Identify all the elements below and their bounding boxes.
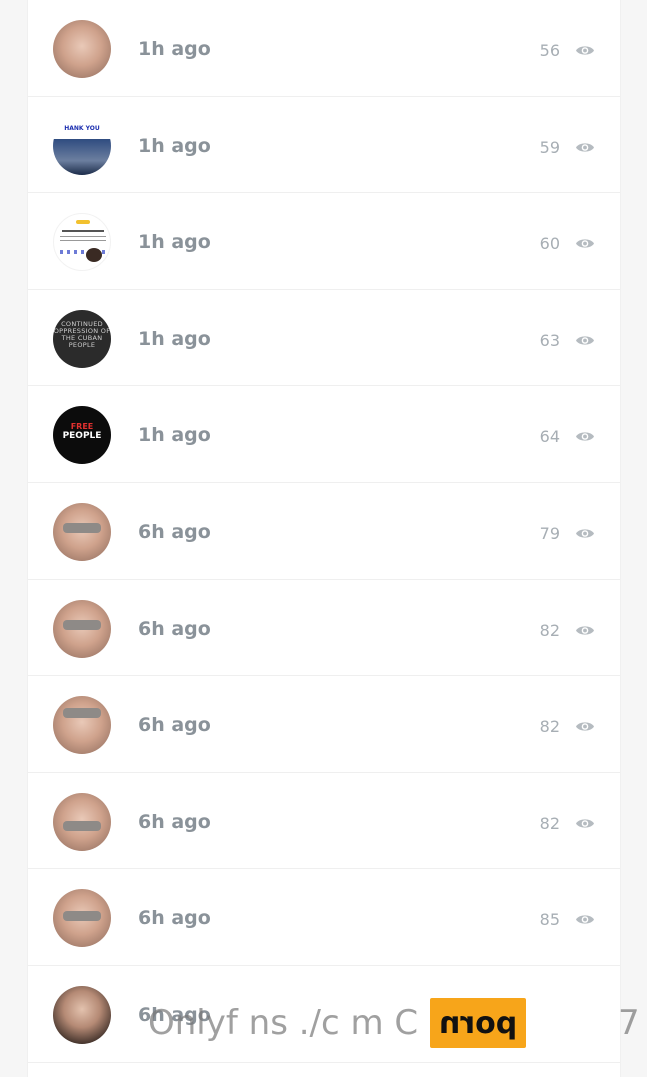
eye-icon — [576, 722, 594, 731]
thumb-detail — [63, 522, 101, 533]
post-time: 1h ago — [138, 134, 211, 157]
view-count: 82 — [539, 620, 560, 640]
eye-icon — [576, 142, 594, 152]
eye-icon — [576, 529, 594, 538]
thumb-detail — [63, 820, 101, 831]
story-thumbnail[interactable] — [53, 502, 111, 561]
story-thumbnail[interactable]: FREE PEOPLE — [53, 406, 111, 465]
story-thumbnail[interactable] — [53, 213, 111, 272]
eye-icon — [576, 239, 594, 248]
view-count: 56 — [539, 41, 560, 60]
list-item[interactable]: FREE PEOPLE 1h ago 64 — [28, 386, 620, 483]
view-count: 64 — [539, 427, 560, 447]
thumb-image — [53, 138, 111, 175]
thumb-text: CONTINUED OPPRESSION OF THE CUBAN PEOPLE — [53, 319, 111, 349]
list-item[interactable]: 1h ago 56 — [28, 0, 620, 97]
view-count: 60 — [539, 234, 560, 254]
story-thumbnail[interactable] — [53, 792, 111, 851]
post-time: 1h ago — [138, 327, 211, 350]
list-item[interactable]: 6h ago 85 — [28, 869, 620, 966]
watermark-logo-text: porn — [438, 1005, 518, 1041]
story-thumbnail[interactable] — [53, 985, 111, 1044]
list-item[interactable]: CONTINUED OPPRESSION OF THE CUBAN PEOPLE… — [28, 290, 620, 387]
thumb-detail — [63, 619, 101, 630]
post-time: 1h ago — [138, 231, 211, 254]
list-item[interactable]: 6h ago 79 — [28, 483, 620, 580]
story-thumbnail[interactable] — [53, 696, 111, 755]
thumb-line — [60, 240, 106, 242]
eye-icon — [576, 915, 594, 924]
list-item[interactable]: 1h ago 60 — [28, 193, 620, 290]
eye-icon — [576, 336, 594, 345]
thumb-detail — [63, 708, 101, 719]
thumb-text-free: FREE — [70, 422, 94, 432]
eye-icon — [576, 46, 594, 55]
post-time: 6h ago — [138, 810, 211, 833]
story-thumbnail[interactable]: HANK YOU — [53, 116, 111, 175]
thumb-line — [60, 236, 106, 238]
watermark-trailing: 7 — [618, 1003, 640, 1043]
list-item[interactable]: 6h ago 82 — [28, 580, 620, 677]
watermark-logo: porn — [430, 998, 526, 1048]
story-thumbnail[interactable] — [53, 20, 111, 78]
view-count: 82 — [539, 813, 560, 833]
thumb-line — [62, 230, 104, 233]
post-time: 1h ago — [138, 424, 211, 447]
view-count: 59 — [539, 137, 560, 157]
view-count: 79 — [539, 523, 560, 543]
post-time: 6h ago — [138, 714, 211, 737]
thumb-logo — [76, 220, 90, 225]
post-time: 6h ago — [138, 520, 211, 543]
view-count: 63 — [539, 330, 560, 350]
watermark-trailing-text: 7 — [618, 1003, 640, 1043]
story-thumbnail[interactable] — [53, 889, 111, 948]
post-time: 6h ago — [138, 907, 211, 930]
thumb-text: HANK YOU — [64, 124, 100, 132]
watermark-main: Onlyf ns ./c m C — [148, 1003, 419, 1043]
list-item[interactable]: HANK YOU 1h ago 59 — [28, 97, 620, 194]
thumb-detail — [63, 911, 101, 922]
view-count: 85 — [539, 910, 560, 930]
post-time: 6h ago — [138, 617, 211, 640]
post-time: 1h ago — [138, 38, 211, 60]
story-thumbnail[interactable] — [53, 599, 111, 658]
list-item[interactable]: 6h ago 82 — [28, 676, 620, 773]
eye-icon — [576, 432, 594, 441]
thumb-text-people: PEOPLE — [62, 431, 102, 442]
eye-icon — [576, 625, 594, 635]
view-count: 82 — [539, 717, 560, 737]
thumb-photo — [86, 248, 102, 263]
list-item[interactable]: 6h ago 82 — [28, 773, 620, 870]
story-thumbnail[interactable]: CONTINUED OPPRESSION OF THE CUBAN PEOPLE — [53, 309, 111, 368]
eye-icon — [576, 819, 594, 828]
story-viewers-list: 1h ago 56 HANK YOU 1h ago 59 1h ago 60 C… — [28, 0, 620, 1077]
watermark-text: Onlyf ns ./c m C — [148, 1003, 418, 1043]
